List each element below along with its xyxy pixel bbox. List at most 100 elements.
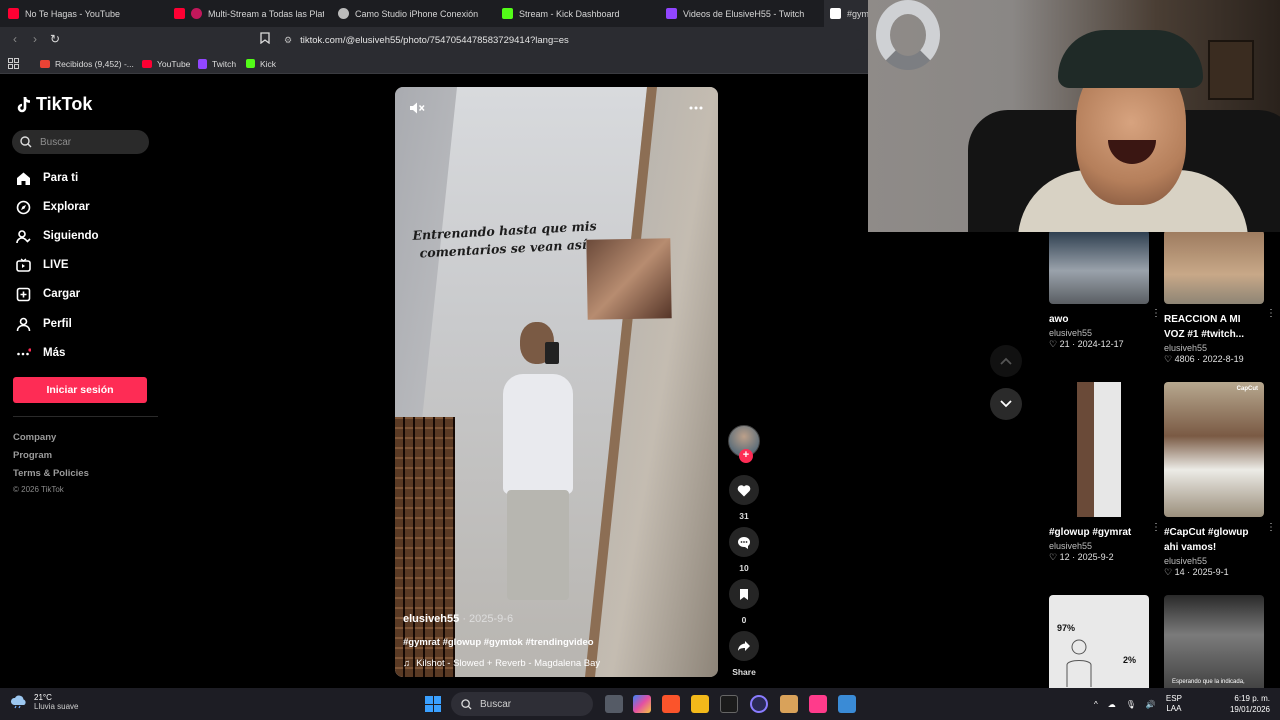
audio-app-icon[interactable] (720, 695, 738, 713)
task-view-icon[interactable] (605, 695, 623, 713)
nav-label: Explorar (43, 201, 90, 213)
browser-tab[interactable]: Camo Studio iPhone Conexión (338, 0, 488, 27)
nav-cargar[interactable]: Cargar (16, 284, 80, 304)
bookmark-gmail[interactable]: Recibidos (9,452) -... (40, 57, 134, 70)
browser-tab-active[interactable]: #gym (824, 0, 870, 27)
related-stats: ♡ 21 · 2024-12-17 (1049, 339, 1153, 350)
youtube-icon (8, 8, 19, 19)
bookmark-label: Kick (260, 58, 277, 69)
footer-program[interactable]: Program (13, 450, 52, 461)
forward-button[interactable]: › (28, 32, 42, 46)
related-video-card[interactable]: #glowup #gymrat ⋮ elusiveh55 ♡ 12 · 2025… (1049, 382, 1161, 563)
language-indicator[interactable]: ESP LAA (1166, 694, 1182, 714)
weather-widget[interactable]: 21°C Lluvia suave (10, 693, 78, 711)
brave-browser-icon[interactable] (662, 695, 680, 713)
wall-poster (1208, 40, 1254, 100)
save-button[interactable]: 0 (728, 579, 760, 625)
share-button[interactable]: Share (728, 631, 760, 677)
nav-mas[interactable]: Más (16, 343, 65, 363)
nav-para-ti[interactable]: Para ti (16, 168, 78, 188)
apps-icon[interactable] (8, 57, 19, 70)
nav-perfil[interactable]: Perfil (16, 314, 72, 334)
video-thumbnail[interactable]: CapCut (1164, 382, 1264, 517)
related-title: #CapCut #glowup (1164, 527, 1249, 538)
author-avatar-button[interactable]: + (728, 425, 760, 463)
footer-terms[interactable]: Terms & Policies (13, 468, 89, 479)
comment-button[interactable]: 10 (728, 527, 760, 573)
browser-tab[interactable]: Videos de ElusiveH55 - Twitch (666, 0, 816, 27)
related-author: elusiveh55 (1164, 556, 1208, 566)
video-hashtags[interactable]: #gymrat #glowup #gymtok #trendingvideo (403, 637, 594, 648)
browser-tab[interactable]: Stream - Kick Dashboard (502, 0, 652, 27)
nav-live[interactable]: LIVE (16, 255, 69, 275)
bookmark-icon[interactable] (729, 579, 759, 609)
video-thumbnail[interactable] (1049, 382, 1149, 517)
chevron-up-icon[interactable]: ^ (1094, 700, 1098, 709)
video-player[interactable]: Entrenando hasta que mis comentarios se … (395, 87, 718, 677)
share-icon[interactable] (729, 631, 759, 661)
search-input[interactable] (40, 136, 140, 148)
previous-video-button[interactable] (990, 345, 1022, 377)
video-author-line[interactable]: elusiveh55 · 2025-9-6 (403, 613, 513, 625)
microphone-icon[interactable]: 🎙 (1126, 700, 1136, 709)
mute-button[interactable] (409, 101, 425, 118)
follow-plus-icon[interactable]: + (739, 449, 753, 463)
footer-company[interactable]: Company (13, 432, 56, 443)
related-video-card[interactable]: Esperando que la indicada, (1164, 595, 1268, 688)
file-explorer-icon[interactable] (691, 695, 709, 713)
editor-app-icon[interactable] (838, 695, 856, 713)
related-video-card[interactable]: awo ⋮ elusiveh55 ♡ 21 · 2024-12-17 (1049, 230, 1161, 350)
network-icon[interactable]: ☁ (1108, 700, 1116, 709)
taskbar-search[interactable]: Buscar (451, 692, 593, 716)
weather-temp: 21°C (34, 693, 52, 702)
video-thumbnail[interactable]: 97% 2% (1049, 595, 1149, 688)
reload-button[interactable]: ↻ (48, 32, 62, 46)
tab-label: Multi-Stream a Todas las Platafor (208, 8, 324, 19)
more-vertical-icon[interactable]: ⋮ (1266, 522, 1276, 533)
copilot-icon[interactable] (633, 695, 651, 713)
twitch-icon (198, 58, 207, 69)
video-thumbnail[interactable] (1049, 230, 1149, 304)
related-video-card[interactable]: CapCut #CapCut #glowup ⋮ ahi vamos! elus… (1164, 382, 1276, 578)
more-options-button[interactable] (689, 97, 703, 114)
related-date: · 2025-9-2 (1072, 552, 1114, 562)
compass-icon (16, 200, 31, 215)
streaming-app-icon[interactable] (809, 695, 827, 713)
taskbar-clock[interactable]: 6:19 p. m. 19/01/2026 (1222, 693, 1270, 715)
like-button[interactable]: 31 (728, 475, 760, 521)
more-vertical-icon[interactable]: ⋮ (1151, 522, 1161, 533)
video-author[interactable]: elusiveh55 (403, 613, 459, 625)
more-vertical-icon[interactable]: ⋮ (1266, 308, 1276, 319)
video-music[interactable]: ♫ Kilshot - Slowed + Reverb - Magdalena … (403, 658, 600, 669)
address-bar[interactable]: ⚙ tiktok.com/@elusiveh55/photo/754705447… (276, 30, 866, 50)
tiktok-logo-icon (17, 96, 31, 112)
windows-start-button[interactable] (425, 696, 441, 712)
obs-icon[interactable] (750, 695, 768, 713)
next-video-button[interactable] (990, 388, 1022, 420)
browser-tab[interactable]: Multi-Stream a Todas las Platafor (174, 0, 324, 27)
search-box[interactable] (12, 130, 149, 154)
site-info-icon[interactable]: ⚙ (284, 35, 292, 46)
tiktok-sidebar: TikTok Para ti Explorar Siguiendo LIVE C… (0, 76, 160, 686)
back-button[interactable]: ‹ (8, 32, 22, 46)
heart-icon[interactable] (729, 475, 759, 505)
more-vertical-icon[interactable]: ⋮ (1151, 308, 1161, 319)
comment-icon[interactable] (729, 527, 759, 557)
related-video-card[interactable]: 97% 2% (1049, 595, 1153, 688)
bookmark-twitch[interactable]: Twitch (198, 57, 236, 70)
browser-tab[interactable]: No Te Hagas - YouTube (8, 0, 168, 27)
login-button[interactable]: Iniciar sesión (13, 377, 147, 403)
volume-icon[interactable]: 🔊 (1146, 700, 1156, 709)
bookmark-icon[interactable] (258, 32, 272, 46)
bookmark-kick[interactable]: Kick (246, 57, 276, 70)
heart-outline-icon: ♡ (1164, 567, 1173, 577)
video-thumbnail[interactable]: Esperando que la indicada, (1164, 595, 1264, 688)
video-thumbnail[interactable] (1164, 230, 1264, 304)
bookmark-youtube[interactable]: YouTube (142, 57, 190, 70)
related-video-card[interactable]: REACCION A MI ⋮ VOZ #1 #twitch... elusiv… (1164, 230, 1276, 365)
nav-siguiendo[interactable]: Siguiendo (16, 226, 99, 246)
nav-explorar[interactable]: Explorar (16, 197, 90, 217)
tiktok-logo[interactable]: TikTok (16, 94, 92, 115)
game-app-icon[interactable] (780, 695, 798, 713)
restream-icon (191, 8, 202, 19)
